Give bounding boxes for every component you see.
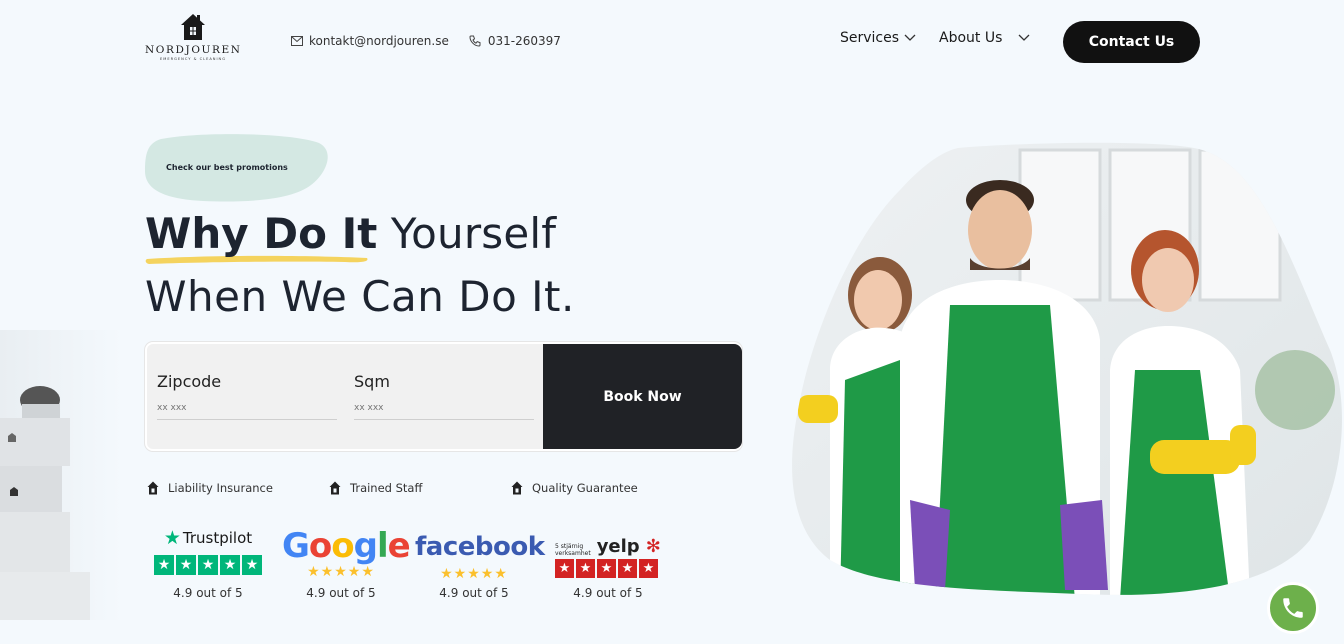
email-link[interactable]: kontakt@nordjouren.se xyxy=(309,34,449,48)
feature-label: Quality Guarantee xyxy=(532,481,638,495)
yelp-badge-line1: 5 stjärnig xyxy=(555,543,584,550)
call-floating-button[interactable] xyxy=(1267,582,1319,634)
zipcode-label: Zipcode xyxy=(157,372,222,391)
yelp-logo: 5 stjärnig verksamhet yelp ✻ xyxy=(553,527,667,558)
google-logo: Google xyxy=(282,526,411,566)
sqm-field-group: Sqm xyxy=(354,372,534,420)
hero-headline: Why Do It Yourself When We Can Do It. xyxy=(145,206,575,325)
sqm-input[interactable] xyxy=(354,399,534,420)
phone-icon xyxy=(469,35,482,48)
nav-services-label: Services xyxy=(840,30,900,46)
feature-trained-staff: Trained Staff xyxy=(329,481,422,495)
yelp-stars: ★ ★ ★ ★ ★ xyxy=(553,559,667,578)
hero-cleaning-staff-image xyxy=(792,142,1342,595)
nav-services[interactable]: Services xyxy=(840,30,916,46)
rating-score: 4.9 out of 5 xyxy=(573,586,643,600)
chevron-down-icon xyxy=(1018,34,1030,42)
yelp-brand: yelp xyxy=(596,536,640,557)
rating-yelp[interactable]: 5 stjärnig verksamhet yelp ✻ ★ ★ ★ ★ ★ 4.9 o… xyxy=(549,527,667,600)
nav-about-label: About Us xyxy=(939,30,1003,46)
logo[interactable]: NORDJOUREN EMERGENCY & CLEANING xyxy=(145,12,241,61)
contact-us-button[interactable]: Contact Us xyxy=(1063,21,1200,63)
rating-score: 4.9 out of 5 xyxy=(306,586,376,600)
phone-link[interactable]: 031-260397 xyxy=(488,34,561,48)
headline-line2: When We Can Do It. xyxy=(145,272,575,321)
house-logo-icon xyxy=(181,14,205,40)
yelp-burst-icon: ✻ xyxy=(645,536,661,557)
trustpilot-logo: ★ Trustpilot xyxy=(149,527,267,549)
feature-quality-guarantee: Quality Guarantee xyxy=(511,481,638,495)
house-icon xyxy=(329,481,341,495)
rating-trustpilot[interactable]: ★ Trustpilot ★ ★ ★ ★ ★ 4.9 out of 5 xyxy=(149,527,267,600)
headline-bold: Why Do It xyxy=(145,209,378,258)
headline-light: Yourself xyxy=(377,209,557,258)
promo-link[interactable]: Check our best promotions xyxy=(166,163,288,172)
logo-tagline: EMERGENCY & CLEANING xyxy=(159,57,227,61)
feature-label: Liability Insurance xyxy=(168,481,273,495)
book-now-button[interactable]: Book Now xyxy=(543,344,742,449)
house-icon xyxy=(511,481,523,495)
rating-score: 4.9 out of 5 xyxy=(439,586,509,600)
trustpilot-brand: Trustpilot xyxy=(182,529,253,547)
phone-icon xyxy=(1283,598,1303,618)
contact-info: kontakt@nordjouren.se 031-260397 xyxy=(290,34,561,48)
rating-google[interactable]: Google ★★★★★ 4.9 out of 5 xyxy=(282,526,411,600)
feature-liability-insurance: Liability Insurance xyxy=(147,481,273,495)
trustpilot-stars: ★ ★ ★ ★ ★ xyxy=(149,555,267,575)
yelp-badge-line2: verksamhet xyxy=(555,550,591,557)
chevron-down-icon xyxy=(904,34,916,42)
background-boxes-image xyxy=(0,330,122,620)
feature-label: Trained Staff xyxy=(350,481,423,495)
booking-form: Zipcode Sqm Book Now xyxy=(145,342,742,451)
google-stars: ★★★★★ xyxy=(307,564,375,580)
zipcode-input[interactable] xyxy=(157,399,337,420)
facebook-stars: ★★★★★ xyxy=(440,566,508,582)
mail-icon xyxy=(290,35,303,48)
rating-score: 4.9 out of 5 xyxy=(173,586,243,600)
rating-facebook[interactable]: facebook ★★★★★ 4.9 out of 5 xyxy=(415,527,545,600)
star-icon: ★ xyxy=(163,527,181,549)
sqm-label: Sqm xyxy=(354,372,390,391)
facebook-logo: facebook xyxy=(415,532,545,562)
logo-brand-name: NORDJOUREN xyxy=(145,44,242,56)
zipcode-field-group: Zipcode xyxy=(157,372,337,420)
house-icon xyxy=(147,481,159,495)
nav-about[interactable]: About Us xyxy=(939,30,1030,46)
